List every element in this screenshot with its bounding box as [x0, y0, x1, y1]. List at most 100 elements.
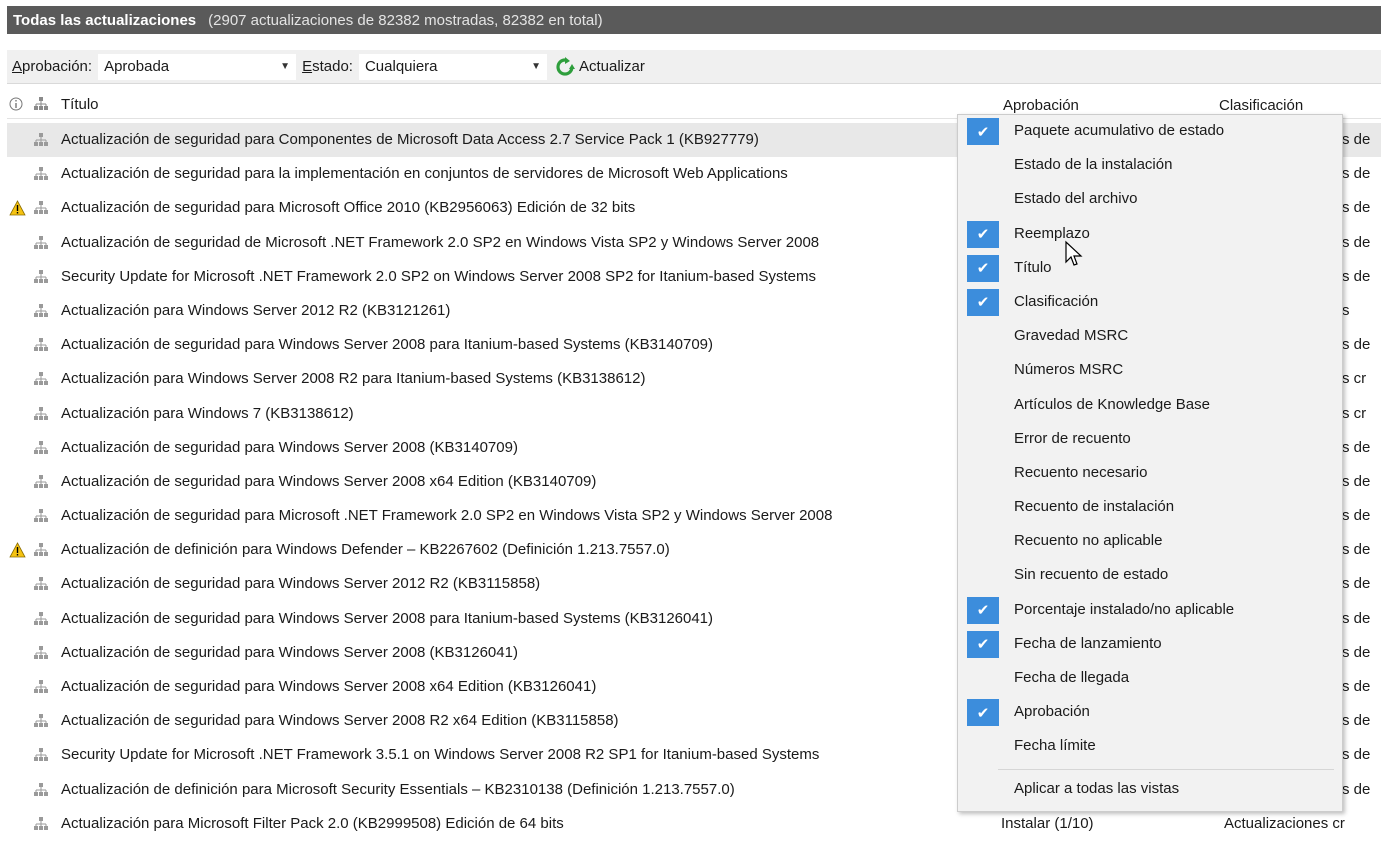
row-title: Actualización de seguridad para Microsof…	[61, 199, 636, 217]
chevron-down-icon: ▼	[531, 61, 541, 72]
menu-item-label: Fecha de lanzamiento	[1014, 634, 1162, 652]
menu-item[interactable]: Fecha de llegada	[958, 662, 1342, 696]
menu-item-label: Recuento necesario	[1014, 463, 1148, 481]
update-icon	[33, 132, 49, 152]
menu-item-label: Recuento no aplicable	[1014, 532, 1163, 550]
row-classification: s de	[1342, 165, 1371, 183]
window-subtitle: (2907 actualizaciones de 82382 mostradas…	[208, 11, 603, 29]
menu-item-label: Gravedad MSRC	[1014, 327, 1129, 345]
row-classification: s de	[1342, 199, 1371, 217]
mouse-cursor-icon	[1064, 240, 1084, 272]
update-icon	[33, 816, 49, 836]
row-title: Actualización de seguridad para Windows …	[61, 438, 518, 456]
row-title: Actualización para Windows Server 2012 R…	[61, 301, 451, 319]
row-title: Actualización de seguridad para Windows …	[61, 472, 597, 490]
status-filter-select[interactable]: Cualquiera ▼	[358, 53, 547, 80]
menu-item-apply-all[interactable]: Aplicar a todas las vistas	[958, 775, 1342, 809]
menu-item[interactable]: Error de recuento	[958, 423, 1342, 457]
refresh-button[interactable]: Actualizar	[555, 56, 645, 77]
menu-item[interactable]: ✔ Título	[958, 252, 1342, 286]
row-classification: s de	[1342, 336, 1371, 354]
update-icon	[33, 542, 49, 562]
menu-item[interactable]: ✔ Clasificación	[958, 286, 1342, 320]
row-classification: s de	[1342, 438, 1371, 456]
update-icon	[33, 679, 49, 699]
menu-item[interactable]: Recuento de instalación	[958, 491, 1342, 525]
window-title: Todas las actualizaciones	[13, 11, 197, 29]
update-icon	[33, 440, 49, 460]
row-classification: s de	[1342, 267, 1371, 285]
update-icon	[33, 576, 49, 596]
row-classification: s de	[1342, 131, 1371, 148]
approval-filter-select[interactable]: Aprobada ▼	[98, 53, 297, 80]
column-approval[interactable]: Aprobación	[1003, 97, 1079, 114]
update-icon	[33, 406, 49, 426]
row-classification: s de	[1342, 575, 1371, 593]
checkmark-icon: ✔	[967, 288, 999, 316]
update-icon	[33, 508, 49, 528]
row-title: Security Update for Microsoft .NET Frame…	[61, 746, 820, 764]
menu-item-label: Título	[1014, 258, 1052, 276]
update-icon	[33, 371, 49, 391]
column-classification[interactable]: Clasificación	[1219, 97, 1303, 114]
row-title: Actualización de seguridad para Windows …	[61, 643, 518, 661]
checkmark-icon: ✔	[967, 220, 999, 248]
update-icon	[33, 200, 49, 220]
menu-item-label: Números MSRC	[1014, 361, 1124, 379]
menu-item[interactable]: ✔ Aprobación	[958, 696, 1342, 730]
update-icon	[33, 303, 49, 323]
menu-item-label: Estado del archivo	[1014, 190, 1138, 208]
info-icon[interactable]	[9, 97, 23, 115]
menu-item[interactable]: Fecha límite	[958, 730, 1342, 764]
menu-item-label: Estado de la instalación	[1014, 156, 1173, 174]
menu-item-label: Error de recuento	[1014, 429, 1131, 447]
update-icon	[33, 713, 49, 733]
menu-item-label: Fecha límite	[1014, 737, 1096, 755]
column-title[interactable]: Título	[61, 96, 99, 113]
row-classification: s de	[1342, 472, 1371, 490]
menu-item-label: Porcentaje instalado/no aplicable	[1014, 600, 1235, 618]
row-title: Actualización para Windows 7 (KB3138612)	[61, 404, 354, 422]
menu-item[interactable]: Gravedad MSRC	[958, 320, 1342, 354]
checkmark-icon: ✔	[967, 630, 999, 658]
row-classification: s de	[1342, 541, 1371, 559]
menu-item[interactable]: Estado de la instalación	[958, 149, 1342, 183]
menu-item[interactable]: ✔ Reemplazo	[958, 218, 1342, 252]
row-title: Actualización de seguridad de Microsoft …	[61, 233, 820, 251]
approval-filter-label: Aprobación:	[12, 58, 93, 75]
row-title: Actualización de seguridad para la imple…	[61, 165, 788, 183]
row-classification: s de	[1342, 507, 1371, 525]
menu-item[interactable]: Artículos de Knowledge Base	[958, 389, 1342, 423]
checkmark-icon: ✔	[967, 699, 999, 727]
update-icon	[33, 645, 49, 665]
window-titlebar: Todas las actualizaciones (2907 actualiz…	[7, 6, 1381, 34]
menu-item-label: Reemplazo	[1014, 224, 1090, 242]
menu-item[interactable]: Recuento no aplicable	[958, 525, 1342, 559]
row-classification: s de	[1342, 712, 1371, 730]
hierarchy-icon[interactable]	[33, 96, 49, 116]
row-title: Actualización para Microsoft Filter Pack…	[61, 814, 564, 832]
row-title: Actualización de seguridad para Windows …	[61, 609, 714, 627]
row-title: Actualización de seguridad para Windows …	[61, 575, 541, 593]
menu-item[interactable]: Estado del archivo	[958, 183, 1342, 217]
warning-icon	[9, 542, 26, 562]
menu-item[interactable]: ✔ Porcentaje instalado/no aplicable	[958, 594, 1342, 628]
menu-item-label: Aprobación	[1014, 703, 1090, 721]
checkmark-icon: ✔	[967, 118, 999, 145]
row-classification: s de	[1342, 643, 1371, 661]
update-icon	[33, 166, 49, 186]
row-classification: s de	[1342, 746, 1371, 764]
update-icon	[33, 235, 49, 255]
status-filter-label: Estado:	[302, 58, 353, 75]
refresh-icon	[556, 56, 575, 76]
row-classification: s de	[1342, 233, 1371, 251]
update-icon	[33, 269, 49, 289]
menu-item[interactable]: Sin recuento de estado	[958, 559, 1342, 593]
menu-item[interactable]: Números MSRC	[958, 354, 1342, 388]
menu-item[interactable]: Recuento necesario	[958, 457, 1342, 491]
menu-item[interactable]: ✔ Fecha de lanzamiento	[958, 628, 1342, 662]
warning-icon	[9, 200, 26, 220]
menu-item[interactable]: ✔ Paquete acumulativo de estado	[958, 115, 1342, 149]
row-title: Actualización de definición para Microso…	[61, 780, 735, 798]
row-title: Actualización de seguridad para Componen…	[61, 131, 759, 148]
